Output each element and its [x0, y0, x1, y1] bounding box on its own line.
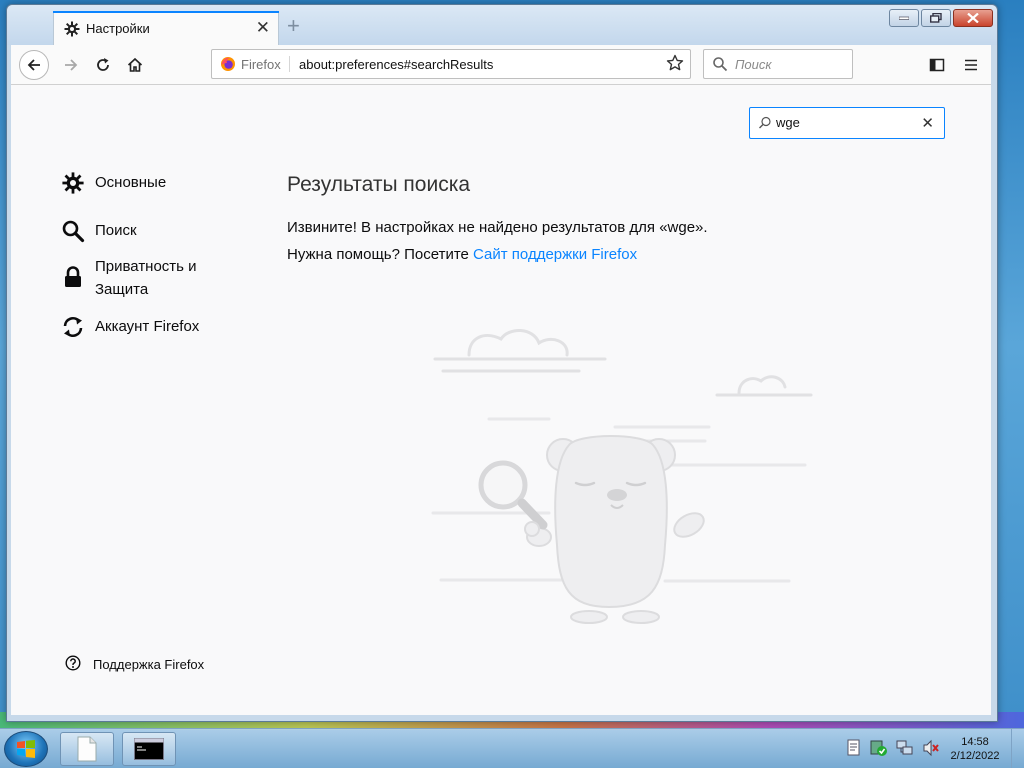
- reload-button[interactable]: [89, 51, 117, 79]
- taskbar-file-explorer[interactable]: [60, 732, 114, 766]
- preferences-search-box[interactable]: ✕: [749, 107, 945, 139]
- sidebar-item-firefox-account[interactable]: Аккаунт Firefox: [61, 315, 199, 339]
- new-tab-button[interactable]: +: [287, 13, 300, 39]
- shield-check-icon[interactable]: [870, 739, 888, 762]
- preferences-page: ✕ Основные Поиск Приватность и Защита Ак…: [11, 85, 991, 715]
- back-button[interactable]: [19, 50, 49, 80]
- bookmark-star-icon[interactable]: [666, 54, 684, 77]
- search-icon: [61, 219, 85, 243]
- help-message: Нужна помощь? Посетите Сайт поддержки Fi…: [287, 246, 637, 263]
- title-bar[interactable]: Настройки ✕ +: [7, 5, 997, 45]
- close-window-button[interactable]: [953, 9, 993, 27]
- network-icon[interactable]: [896, 739, 914, 762]
- no-results-message: Извините! В настройках не найдено резуль…: [287, 219, 708, 236]
- sidebar-item-general[interactable]: Основные: [61, 171, 166, 195]
- firefox-logo-icon: [221, 57, 235, 71]
- system-clock[interactable]: 14:58 2/12/2022: [942, 735, 1008, 763]
- taskbar-command-prompt[interactable]: [122, 732, 176, 766]
- page-title: Результаты поиска: [287, 173, 471, 196]
- help-icon: [65, 655, 81, 674]
- close-icon[interactable]: ✕: [256, 18, 270, 38]
- navigation-toolbar: Firefox about:preferences#searchResults …: [11, 45, 991, 85]
- sidebar-item-label: Основные: [95, 174, 167, 191]
- gear-icon: [64, 21, 80, 37]
- sidebar-item-label: Аккаунт Firefox: [95, 318, 200, 335]
- terminal-icon: [134, 738, 164, 760]
- url-text[interactable]: about:preferences#searchResults: [299, 57, 493, 72]
- no-results-bear-illustration: [431, 329, 813, 624]
- clock-time: 14:58: [961, 736, 989, 748]
- sidebar-item-search[interactable]: Поиск: [61, 219, 137, 243]
- taskbar: 14:58 2/12/2022: [0, 728, 1024, 768]
- document-icon: [77, 736, 97, 762]
- support-site-link[interactable]: Сайт поддержки Firefox: [473, 246, 637, 263]
- maximize-button[interactable]: [921, 9, 951, 27]
- search-placeholder: Поиск: [735, 57, 772, 72]
- sidebar-item-label: Приватность и Защита: [95, 258, 197, 298]
- search-icon: [712, 56, 728, 77]
- tab-settings[interactable]: Настройки ✕: [53, 11, 279, 45]
- preferences-search-input[interactable]: [776, 115, 906, 130]
- search-bar[interactable]: Поиск: [703, 49, 853, 79]
- forward-button[interactable]: [57, 51, 85, 79]
- support-label: Поддержка Firefox: [93, 657, 205, 672]
- sync-icon: [61, 315, 85, 339]
- url-separator: [289, 56, 290, 72]
- gear-icon: [61, 171, 85, 195]
- menu-hamburger-icon[interactable]: [957, 51, 985, 79]
- help-prefix: Нужна помощь? Посетите: [287, 246, 474, 263]
- volume-muted-icon[interactable]: [922, 739, 940, 762]
- clock-date: 2/12/2022: [950, 750, 1000, 762]
- tab-title: Настройки: [86, 21, 150, 36]
- start-button[interactable]: [4, 731, 48, 767]
- action-center-icon[interactable]: [846, 739, 862, 762]
- lock-icon: [61, 265, 85, 289]
- sidebar-toggle-icon[interactable]: [923, 51, 951, 79]
- home-button[interactable]: [121, 51, 149, 79]
- minimize-button[interactable]: [889, 9, 919, 27]
- search-icon: [758, 116, 772, 135]
- sidebar-item-label: Поиск: [95, 222, 137, 239]
- show-desktop-button[interactable]: [1011, 729, 1024, 768]
- sidebar-item-privacy[interactable]: Приватность и Защита: [61, 255, 221, 301]
- window-controls: [889, 9, 993, 29]
- identity-label: Firefox: [241, 56, 281, 72]
- clear-search-icon[interactable]: ✕: [921, 114, 934, 132]
- identity-box[interactable]: Firefox: [220, 56, 281, 72]
- system-tray: [846, 739, 940, 762]
- firefox-support-link[interactable]: Поддержка Firefox: [65, 655, 204, 674]
- url-bar[interactable]: Firefox about:preferences#searchResults: [211, 49, 691, 79]
- firefox-window: Настройки ✕ + Firefox about:preferences#…: [6, 4, 998, 722]
